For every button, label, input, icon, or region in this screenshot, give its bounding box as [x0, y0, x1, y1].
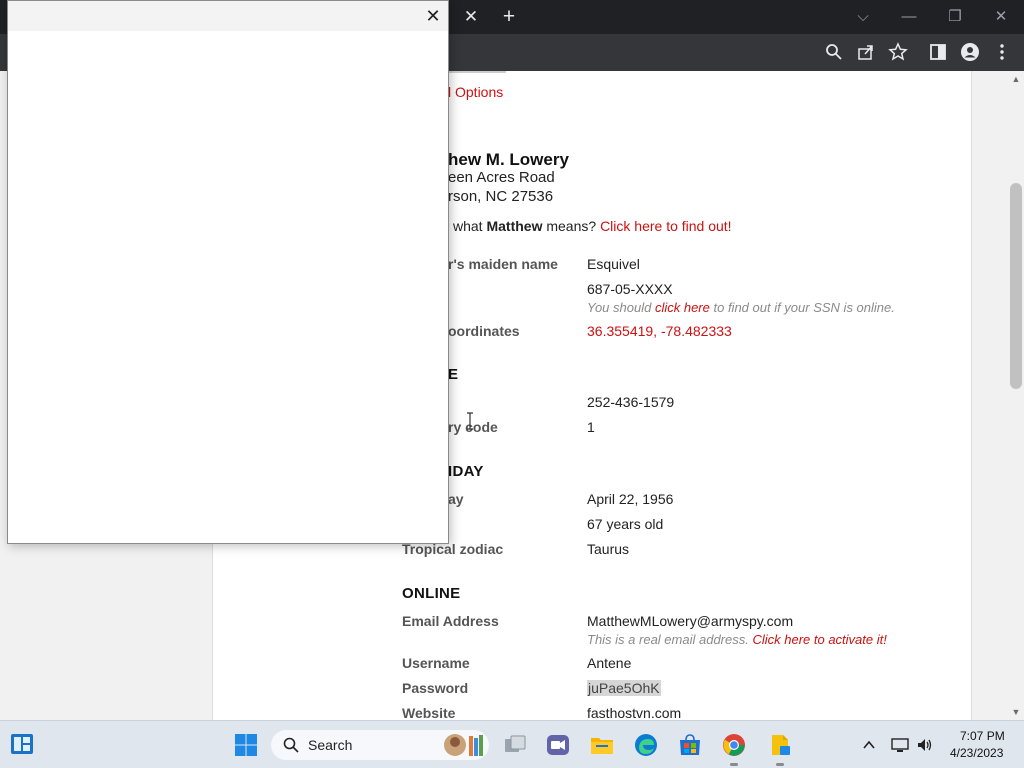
taskbar-search-icon	[283, 737, 299, 753]
section-phone: E	[448, 366, 459, 383]
ssn-note-suffix: to find out if your SSN is online.	[709, 300, 895, 315]
chrome-active-indicator	[730, 763, 738, 766]
search-icon[interactable]	[824, 42, 844, 62]
birthday-value: April 22, 1956	[587, 491, 674, 507]
country-code-value: 1	[587, 419, 595, 435]
ssn-note: You should click here to find out if you…	[587, 300, 895, 315]
scroll-up-arrow-icon[interactable]: ▲	[1010, 73, 1022, 85]
notepad-active-indicator	[776, 763, 784, 766]
side-panel-icon[interactable]	[928, 42, 948, 62]
windows-taskbar: Search	[0, 720, 1024, 768]
text-cursor-icon	[467, 412, 473, 430]
email-label: Email Address	[402, 613, 499, 629]
name-meaning-line: what Matthew means? Click here to find o…	[453, 218, 732, 234]
meaning-middle: means?	[542, 218, 601, 234]
geo-coordinates-link[interactable]: 36.355419, -78.482333	[587, 323, 732, 339]
popup-titlebar	[8, 1, 448, 31]
windows-start-icon[interactable]	[234, 733, 258, 757]
popup-dialog: ✕	[7, 0, 449, 544]
section-birthday: IDAY	[448, 463, 484, 480]
volume-icon[interactable]	[916, 736, 934, 754]
close-window-button[interactable]: ✕	[990, 6, 1012, 28]
page-margin-right	[972, 71, 1008, 720]
show-hidden-icons-chevron-up-icon[interactable]	[862, 738, 876, 752]
scroll-down-arrow-icon[interactable]: ▼	[1010, 706, 1022, 718]
minimize-button[interactable]: —	[898, 6, 920, 28]
website-label: Website	[402, 705, 456, 720]
maiden-name-value: Esquivel	[587, 256, 640, 272]
email-note-link[interactable]: Click here to activate it!	[752, 632, 886, 647]
tab-search-dropdown-icon[interactable]: ⌵	[852, 6, 874, 28]
taskbar-clock-date[interactable]: 4/23/2023	[950, 746, 1003, 760]
website-value[interactable]: fasthostvn.com	[587, 705, 681, 720]
teams-chat-icon[interactable]	[546, 733, 570, 757]
ssn-note-prefix: You should	[587, 300, 655, 315]
menu-kebab-icon[interactable]	[992, 42, 1012, 62]
password-value[interactable]: juPae5OhK	[587, 680, 661, 696]
meaning-link[interactable]: Click here to find out!	[600, 218, 732, 234]
task-view-icon[interactable]	[503, 733, 527, 757]
new-tab-button[interactable]: +	[499, 6, 519, 28]
email-note: This is a real email address. Click here…	[587, 632, 887, 647]
birthday-label: ay	[448, 491, 464, 507]
divider-line	[448, 71, 506, 73]
widgets-icon[interactable]	[10, 732, 34, 756]
restore-button[interactable]: ❐	[944, 6, 966, 28]
section-online: ONLINE	[402, 585, 461, 602]
tab-close-button[interactable]: ✕	[462, 8, 480, 26]
address-street: een Acres Road	[448, 169, 555, 186]
person-name: hew M. Lowery	[448, 150, 569, 169]
network-icon[interactable]	[891, 736, 909, 754]
zodiac-value: Taurus	[587, 541, 630, 557]
geo-coordinates-label: oordinates	[448, 323, 520, 339]
email-value: MatthewMLowery@armyspy.com	[587, 613, 794, 629]
popup-close-button[interactable]: ✕	[422, 5, 444, 27]
meaning-prefix: what	[453, 218, 487, 234]
password-label: Password	[402, 680, 469, 696]
ssn-value: 687-05-XXXX	[587, 281, 673, 297]
notepad-file-icon[interactable]	[768, 733, 792, 757]
file-explorer-icon[interactable]	[590, 733, 614, 757]
taskbar-clock-time[interactable]: 7:07 PM	[960, 729, 1005, 743]
microsoft-store-icon[interactable]	[678, 733, 702, 757]
profile-avatar-icon[interactable]	[960, 42, 980, 62]
ssn-note-link[interactable]: click here	[655, 300, 710, 315]
chrome-browser-icon[interactable]	[722, 733, 746, 757]
password-text[interactable]: juPae5OhK	[587, 680, 661, 696]
age-value: 67 years old	[587, 516, 664, 532]
username-label: Username	[402, 655, 470, 671]
taskbar-search-label: Search	[308, 737, 353, 753]
bookmark-star-icon[interactable]	[888, 42, 908, 62]
edge-browser-icon[interactable]	[634, 733, 658, 757]
share-icon[interactable]	[856, 42, 876, 62]
maiden-name-label: r's maiden name	[448, 256, 558, 272]
username-value: Antene	[587, 655, 632, 671]
phone-value: 252-436-1579	[587, 394, 675, 410]
page-scrollbar-thumb[interactable]	[1010, 183, 1022, 389]
options-link[interactable]: l Options	[448, 84, 503, 100]
address-city: rson, NC 27536	[448, 188, 554, 205]
search-highlight-icon	[444, 734, 483, 756]
meaning-name: Matthew	[486, 218, 543, 234]
email-note-prefix: This is a real email address.	[587, 632, 753, 647]
page-scrollbar-track[interactable]	[1008, 71, 1024, 720]
